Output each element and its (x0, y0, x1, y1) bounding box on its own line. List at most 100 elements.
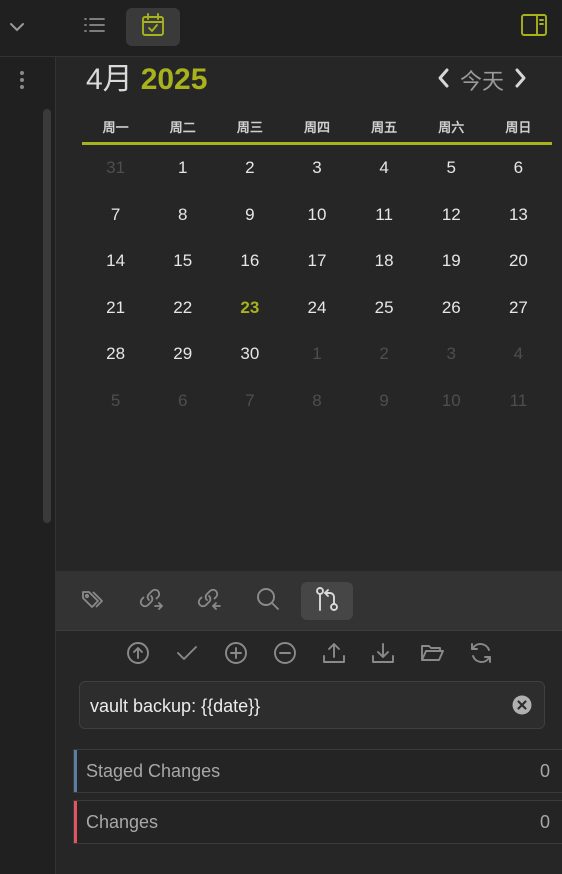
scrollbar[interactable] (43, 109, 51, 523)
calendar-day[interactable]: 3 (418, 331, 485, 378)
panel-tab-bar (56, 571, 562, 631)
calendar-day[interactable]: 7 (82, 192, 149, 239)
calendar-day-today[interactable]: 23 (216, 285, 283, 332)
download-button[interactable] (367, 636, 399, 674)
open-folder-button[interactable] (416, 636, 448, 674)
list-icon (82, 14, 108, 41)
calendar-day[interactable]: 30 (216, 331, 283, 378)
calendar-day[interactable]: 7 (216, 378, 283, 425)
weekday-label: 周一 (102, 120, 129, 135)
sidebar-toggle-icon (520, 13, 548, 42)
upload-button[interactable] (318, 636, 350, 674)
refresh-button[interactable] (465, 636, 497, 674)
calendar-day[interactable]: 6 (149, 378, 216, 425)
calendar-day[interactable]: 13 (485, 192, 552, 239)
calendar-day[interactable]: 14 (82, 238, 149, 285)
commit-icon (174, 640, 200, 671)
commit-message-input[interactable] (88, 682, 502, 730)
previous-month-button[interactable] (432, 66, 454, 94)
calendar-day[interactable]: 15 (149, 238, 216, 285)
calendar-day[interactable]: 29 (149, 331, 216, 378)
tab-backlinks[interactable] (184, 582, 236, 620)
calendar-day[interactable]: 3 (283, 145, 350, 192)
more-vertical-icon[interactable] (14, 69, 30, 93)
chevron-right-icon (513, 66, 529, 95)
calendar-day[interactable]: 31 (82, 145, 149, 192)
staged-changes-section[interactable]: Staged Changes 0 (73, 749, 562, 793)
weekday-header: 周一 周二 周三 周四 周五 周六 周日 (82, 112, 552, 145)
backlinks-icon (196, 586, 224, 617)
calendar-week-row: 21 22 23 24 25 26 27 (82, 285, 552, 332)
calendar-day[interactable]: 6 (485, 145, 552, 192)
calendar-year: 2025 (140, 63, 208, 96)
calendar-day[interactable]: 2 (351, 331, 418, 378)
tab-git[interactable] (301, 582, 353, 620)
calendar-day[interactable]: 10 (283, 192, 350, 239)
calendar-day[interactable]: 11 (485, 378, 552, 425)
calendar-day[interactable]: 17 (283, 238, 350, 285)
git-branch-icon (313, 585, 341, 618)
calendar-day[interactable]: 4 (351, 145, 418, 192)
calendar-day[interactable]: 24 (283, 285, 350, 332)
changes-count: 0 (539, 812, 550, 832)
stage-all-button[interactable] (220, 636, 252, 674)
calendar-day[interactable]: 11 (351, 192, 418, 239)
calendar-month: 4月 (86, 63, 133, 96)
weekday-label: 周日 (505, 120, 532, 135)
calendar-day[interactable]: 2 (216, 145, 283, 192)
folder-open-icon (419, 640, 445, 671)
clear-message-button[interactable] (512, 695, 532, 715)
tab-calendar[interactable] (126, 8, 180, 46)
calendar-check-icon (140, 12, 166, 43)
calendar-day[interactable]: 5 (82, 378, 149, 425)
push-icon (125, 640, 151, 671)
changes-label: Changes (86, 812, 159, 832)
calendar-day[interactable]: 20 (485, 238, 552, 285)
calendar-day[interactable]: 18 (351, 238, 418, 285)
weekday-label: 周四 (303, 120, 330, 135)
upload-icon (321, 640, 347, 671)
calendar-grid: 周一 周二 周三 周四 周五 周六 周日 31 1 2 3 4 5 6 7 8 9 10 11 12 13… (82, 112, 552, 424)
calendar-day[interactable]: 8 (149, 192, 216, 239)
unstage-all-button[interactable] (269, 636, 301, 674)
calendar-day[interactable]: 1 (283, 331, 350, 378)
weekday-label: 周二 (169, 120, 196, 135)
next-month-button[interactable] (510, 66, 532, 94)
today-button[interactable]: 今天 (460, 64, 504, 96)
tab-tags[interactable] (68, 582, 120, 620)
staged-accent-bar (74, 750, 77, 792)
calendar-day[interactable]: 10 (418, 378, 485, 425)
calendar-week-row: 31 1 2 3 4 5 6 (82, 145, 552, 192)
calendar-day[interactable]: 26 (418, 285, 485, 332)
calendar-day[interactable]: 8 (283, 378, 350, 425)
calendar-day[interactable]: 28 (82, 331, 149, 378)
calendar-day[interactable]: 22 (149, 285, 216, 332)
git-action-bar (56, 636, 562, 674)
calendar-day[interactable]: 1 (149, 145, 216, 192)
calendar-day[interactable]: 21 (82, 285, 149, 332)
calendar-day[interactable]: 5 (418, 145, 485, 192)
calendar-day[interactable]: 9 (216, 192, 283, 239)
tab-search[interactable] (242, 582, 294, 620)
commit-message-box (79, 681, 545, 730)
calendar-day[interactable]: 19 (418, 238, 485, 285)
commit-button[interactable] (171, 636, 203, 674)
changes-section[interactable]: Changes 0 (73, 800, 562, 844)
tab-outgoing-links[interactable] (126, 582, 178, 620)
calendar-day[interactable]: 16 (216, 238, 283, 285)
tags-icon (80, 587, 108, 616)
calendar-day[interactable]: 9 (351, 378, 418, 425)
calendar-weeks: 31 1 2 3 4 5 6 7 8 9 10 11 12 13 14 15 16 17 18 19 20 21 22 23 2… (82, 145, 552, 424)
chevron-down-icon[interactable] (6, 16, 28, 38)
calendar-day[interactable]: 25 (351, 285, 418, 332)
staged-changes-count: 0 (539, 761, 550, 781)
outgoing-links-icon (138, 586, 166, 617)
tab-outline[interactable] (68, 8, 122, 46)
calendar-week-row: 28 29 30 1 2 3 4 (82, 331, 552, 378)
search-icon (255, 586, 281, 617)
calendar-day[interactable]: 27 (485, 285, 552, 332)
calendar-day[interactable]: 12 (418, 192, 485, 239)
sidebar-toggle-button[interactable] (516, 12, 552, 42)
push-button[interactable] (122, 636, 154, 674)
calendar-day[interactable]: 4 (485, 331, 552, 378)
